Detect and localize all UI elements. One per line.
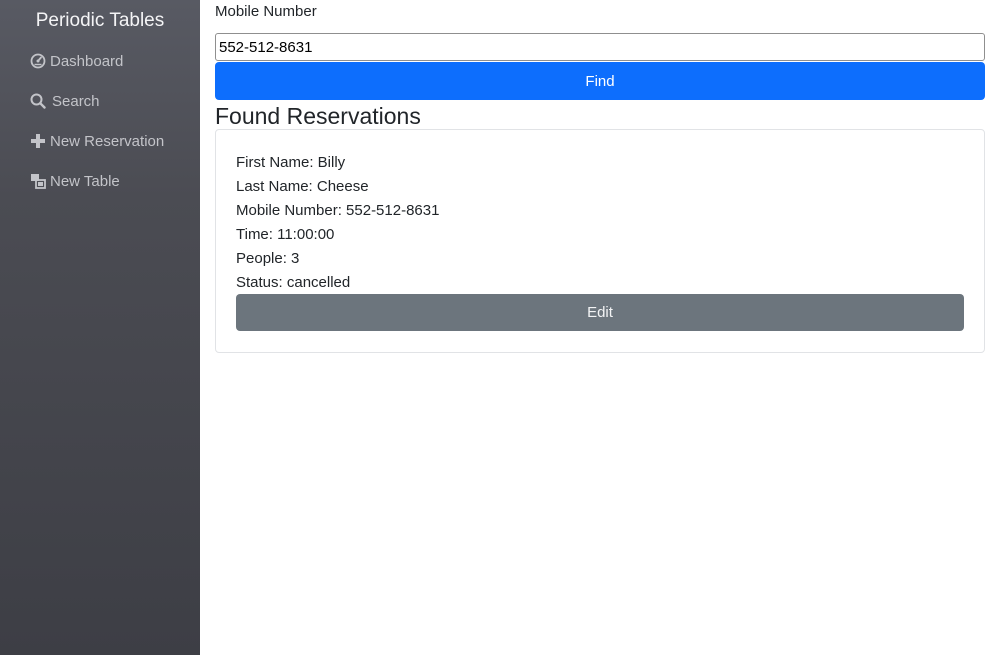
sidebar-item-label: Search [52,92,100,110]
sidebar-item-dashboard[interactable]: Dashboard [30,49,123,73]
sidebar-item-label: Dashboard [50,52,124,70]
reservation-first-name: First Name: Billy [236,154,346,171]
reservation-status: Status: cancelled [236,274,351,291]
reservation-mobile-number: Mobile Number: 552-512-8631 [236,202,440,219]
mobile-number-input[interactable] [215,33,985,61]
sidebar: Periodic Tables Dashboard Search New Res… [0,0,200,655]
reservation-people: People: 3 [236,250,300,267]
edit-reservation-button[interactable]: Edit [236,294,964,331]
sidebar-item-new-table[interactable]: New Table [30,169,120,193]
found-reservations-title: Found Reservations [215,103,421,129]
sidebar-item-search[interactable]: Search [30,89,100,113]
reservation-last-name: Last Name: Cheese [236,178,369,195]
sidebar-item-label: New Reservation [50,132,165,150]
reservation-time: Time: 11:00:00 [236,226,335,243]
find-button[interactable]: Find [215,62,985,100]
reservation-card: First Name: Billy Last Name: Cheese Mobi… [215,129,985,353]
sidebar-item-new-reservation[interactable]: New Reservation [30,129,164,153]
mobile-number-label: Mobile Number [215,3,317,20]
app-brand[interactable]: Periodic Tables [0,8,200,34]
plus-icon [30,133,46,149]
search-icon [30,93,46,109]
dashboard-icon [30,53,46,69]
table-icon [30,173,46,189]
sidebar-item-label: New Table [50,172,120,190]
